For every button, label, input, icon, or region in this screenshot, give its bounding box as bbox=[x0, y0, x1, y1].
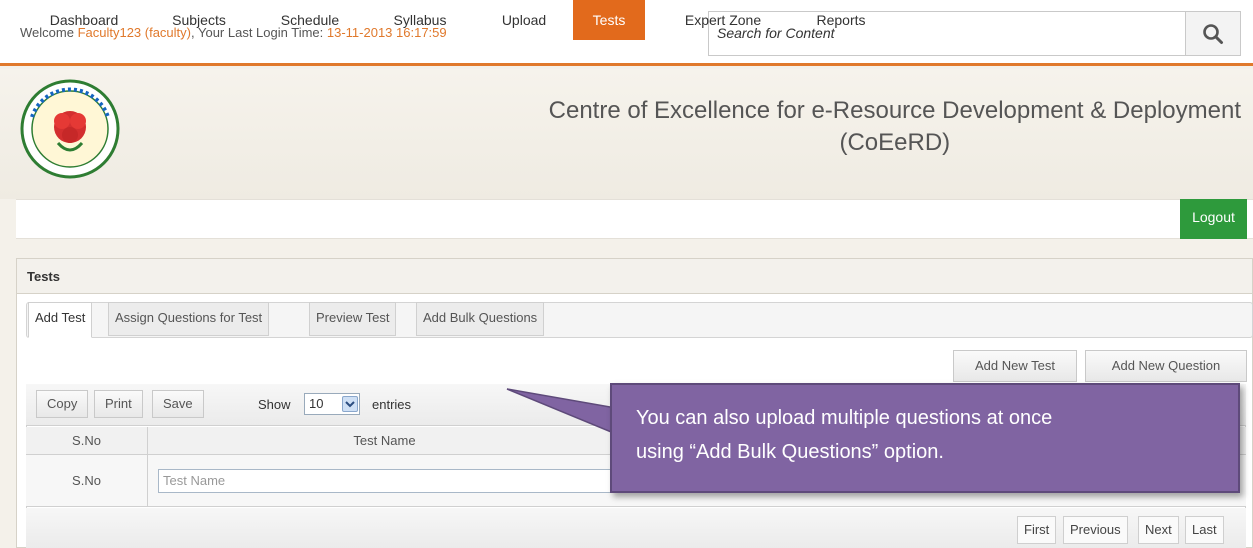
column-header-sno[interactable]: S.No bbox=[26, 427, 148, 455]
nav-syllabus[interactable]: Syllabus bbox=[372, 0, 468, 40]
panel-title: Tests bbox=[16, 258, 1253, 294]
pager-first[interactable]: First bbox=[1017, 516, 1057, 544]
save-button[interactable]: Save bbox=[152, 390, 204, 418]
entries-label: entries bbox=[372, 397, 412, 412]
callout-line1: You can also upload multiple questions a… bbox=[636, 407, 1053, 429]
site-title: Centre of Excellence for e-Resource Deve… bbox=[549, 95, 1241, 159]
pager-last[interactable]: Last bbox=[1185, 516, 1224, 544]
nav-subjects[interactable]: Subjects bbox=[152, 0, 246, 40]
tab-assign-questions[interactable]: Assign Questions for Test bbox=[108, 302, 270, 336]
tab-add-bulk-questions[interactable]: Add Bulk Questions bbox=[416, 302, 545, 336]
search-icon bbox=[1203, 23, 1223, 44]
site-title-line2: (CoEeRD) bbox=[839, 129, 951, 156]
search-button[interactable] bbox=[1186, 11, 1241, 56]
pager-next[interactable]: Next bbox=[1138, 516, 1179, 544]
add-new-test-button[interactable]: Add New Test bbox=[953, 350, 1077, 382]
entries-value: 10 bbox=[309, 396, 324, 411]
callout-line2: using “Add Bulk Questions” option. bbox=[636, 441, 944, 463]
help-callout: You can also upload multiple questions a… bbox=[610, 383, 1240, 493]
print-button[interactable]: Print bbox=[94, 390, 143, 418]
search-input[interactable]: Search for Content bbox=[708, 11, 1186, 56]
test-name-filter-input[interactable]: Test Name bbox=[158, 469, 618, 493]
nav-upload[interactable]: Upload bbox=[484, 0, 564, 40]
filter-sno: S.No bbox=[26, 455, 148, 507]
main-nav bbox=[16, 199, 1253, 239]
add-new-question-button[interactable]: Add New Question bbox=[1085, 350, 1247, 382]
tab-preview-test[interactable]: Preview Test bbox=[309, 302, 397, 336]
test-name-placeholder: Test Name bbox=[163, 473, 226, 488]
university-logo bbox=[20, 79, 120, 179]
nav-expert-zone[interactable]: Expert Zone bbox=[668, 0, 778, 40]
show-label: Show bbox=[258, 397, 291, 412]
copy-button[interactable]: Copy bbox=[36, 390, 89, 418]
chevron-down-icon[interactable] bbox=[342, 396, 358, 412]
logout-button[interactable]: Logout bbox=[1180, 199, 1247, 239]
nav-tests[interactable]: Tests bbox=[573, 0, 645, 40]
site-title-line1: Centre of Excellence for e-Resource Deve… bbox=[548, 97, 1241, 124]
nav-reports[interactable]: Reports bbox=[798, 0, 884, 40]
site-header: Centre of Excellence for e-Resource Deve… bbox=[0, 69, 1253, 199]
pager-previous[interactable]: Previous bbox=[1063, 516, 1128, 544]
nav-schedule[interactable]: Schedule bbox=[262, 0, 358, 40]
tab-add-test[interactable]: Add Test bbox=[28, 302, 93, 338]
nav-dashboard[interactable]: Dashboard bbox=[30, 0, 138, 40]
